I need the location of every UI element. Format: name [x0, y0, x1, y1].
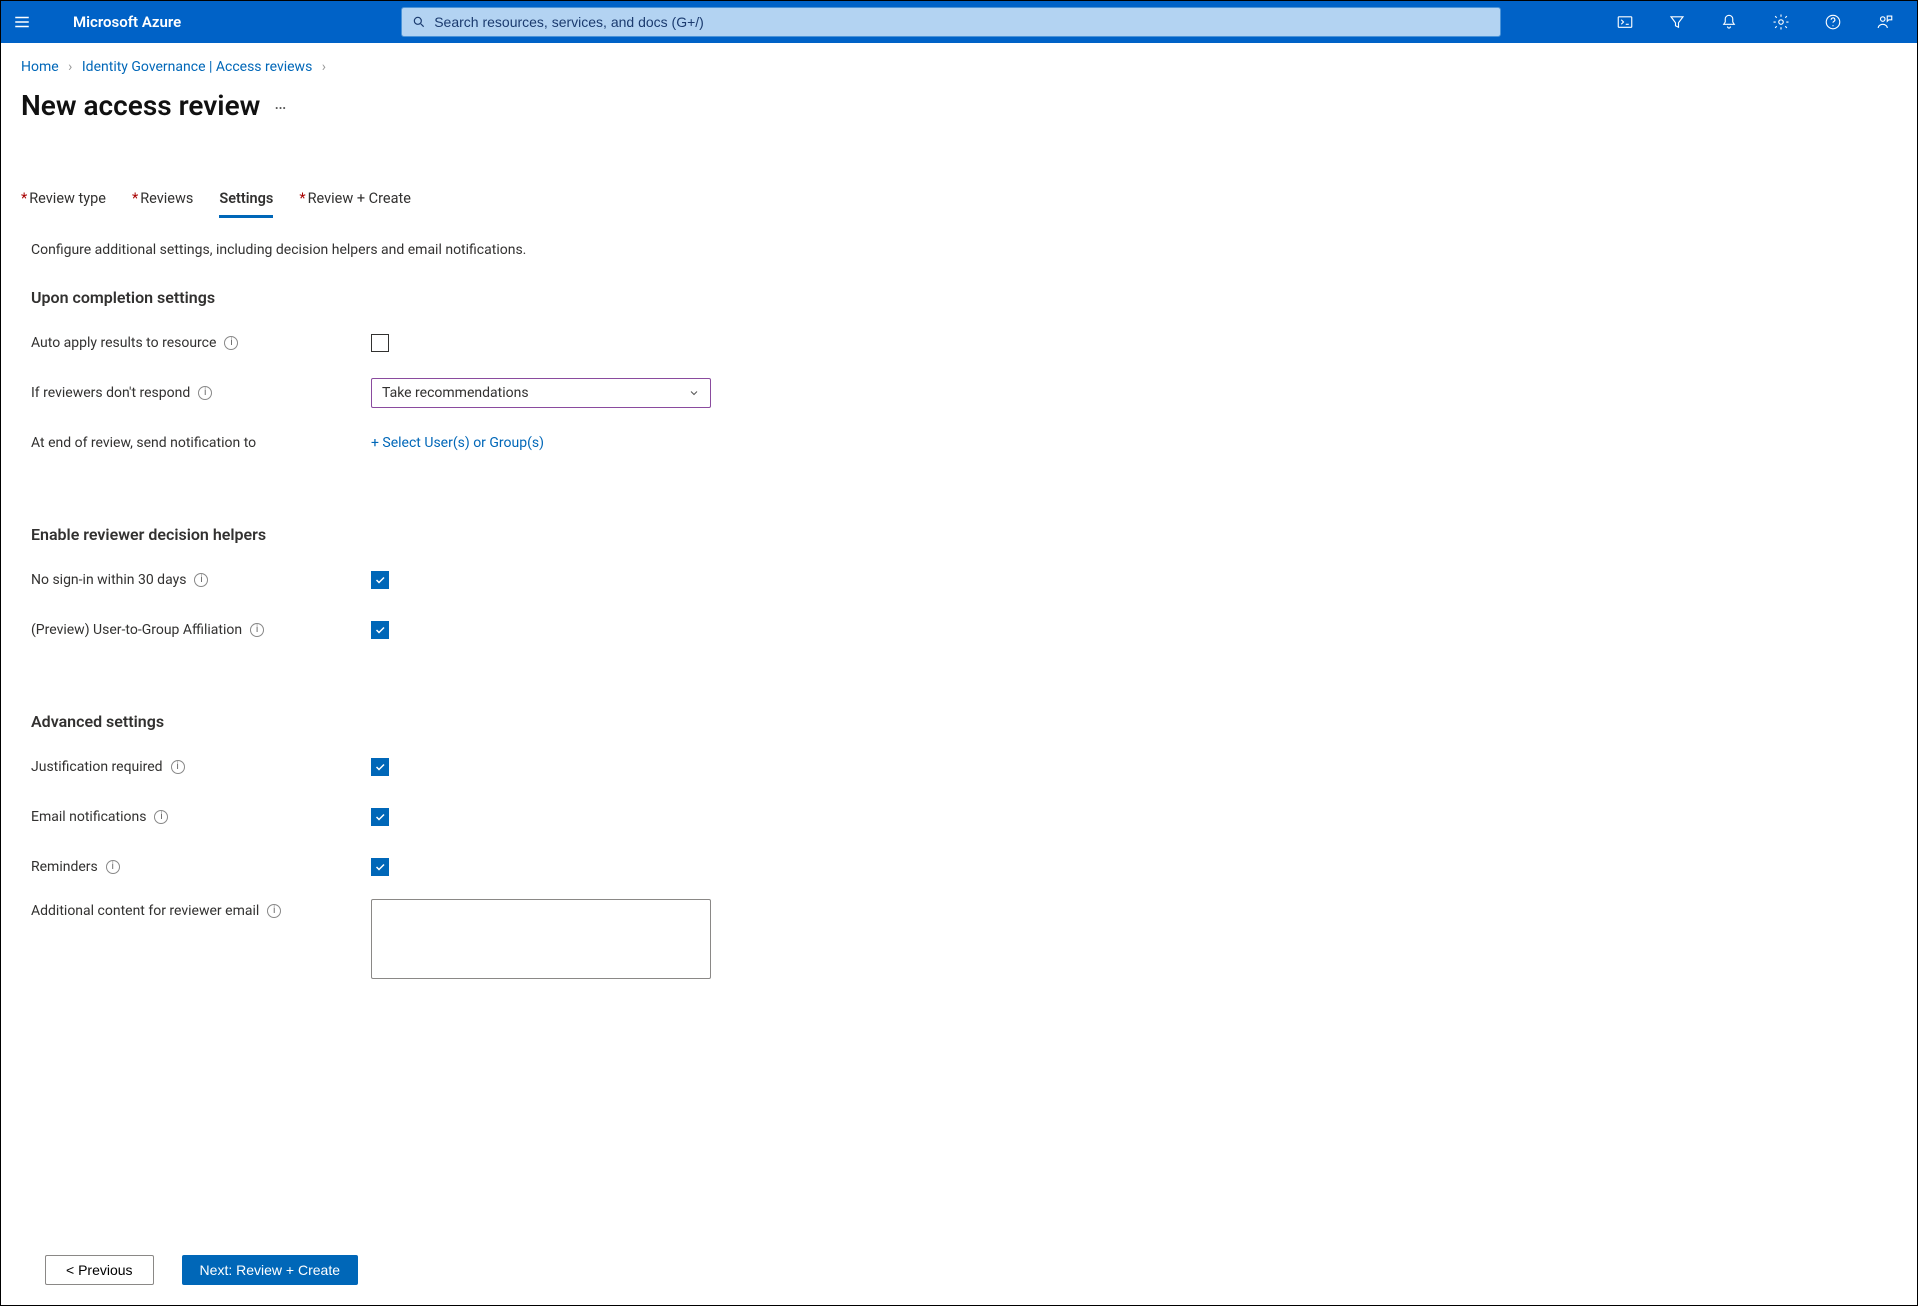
info-icon[interactable]: i — [154, 810, 168, 824]
next-button[interactable]: Next: Review + Create — [182, 1255, 358, 1285]
breadcrumb-sep: › — [62, 59, 78, 75]
email-notifications-label: Email notifications — [31, 809, 146, 825]
breadcrumb-sep: › — [316, 59, 332, 75]
help-button[interactable] — [1807, 1, 1859, 43]
topbar: Microsoft Azure — [1, 1, 1917, 43]
brand-label: Microsoft Azure — [43, 13, 201, 31]
breadcrumb-home[interactable]: Home — [21, 59, 59, 75]
select-users-link[interactable]: + Select User(s) or Group(s) — [371, 435, 544, 451]
email-notifications-checkbox[interactable] — [371, 808, 389, 826]
tab-label: Settings — [219, 190, 273, 207]
bell-icon — [1720, 13, 1738, 31]
more-actions-button[interactable]: … — [274, 93, 287, 118]
settings-button[interactable] — [1755, 1, 1807, 43]
tab-label: Review + Create — [308, 190, 411, 207]
auto-apply-label: Auto apply results to resource — [31, 335, 216, 351]
tabs: *Review type *Reviews Settings *Review +… — [1, 122, 1917, 218]
cloud-shell-button[interactable] — [1599, 1, 1651, 43]
gear-icon — [1772, 13, 1790, 31]
auto-apply-checkbox[interactable] — [371, 334, 389, 352]
directories-button[interactable] — [1651, 1, 1703, 43]
menu-button[interactable] — [1, 13, 43, 31]
additional-content-textarea[interactable] — [371, 899, 711, 979]
tab-reviews[interactable]: *Reviews — [132, 190, 193, 218]
section-completion: Upon completion settings Auto apply resu… — [1, 258, 1917, 461]
feedback-button[interactable] — [1859, 1, 1911, 43]
section-advanced: Advanced settings Justification required… — [1, 662, 1917, 979]
dropdown-value: Take recommendations — [382, 385, 529, 401]
info-icon[interactable]: i — [198, 386, 212, 400]
info-icon[interactable]: i — [106, 860, 120, 874]
section-heading: Enable reviewer decision helpers — [31, 525, 1897, 544]
cloud-shell-icon — [1616, 13, 1634, 31]
notifications-button[interactable] — [1703, 1, 1755, 43]
check-icon — [374, 761, 386, 773]
tab-review-type[interactable]: *Review type — [21, 190, 106, 218]
affiliation-checkbox[interactable] — [371, 621, 389, 639]
check-icon — [374, 861, 386, 873]
reviewers-dont-respond-dropdown[interactable]: Take recommendations — [371, 378, 711, 408]
check-icon — [374, 811, 386, 823]
reviewers-dont-respond-label: If reviewers don't respond — [31, 385, 190, 401]
info-icon[interactable]: i — [250, 623, 264, 637]
help-icon — [1824, 13, 1842, 31]
breadcrumb-identity-governance[interactable]: Identity Governance | Access reviews — [82, 59, 312, 75]
info-icon[interactable]: i — [267, 904, 281, 918]
tab-label: Review type — [29, 190, 106, 207]
check-icon — [374, 574, 386, 586]
reminders-checkbox[interactable] — [371, 858, 389, 876]
info-icon[interactable]: i — [171, 760, 185, 774]
chevron-down-icon — [688, 387, 700, 399]
previous-button[interactable]: < Previous — [45, 1255, 154, 1285]
no-signin-checkbox[interactable] — [371, 571, 389, 589]
breadcrumb: Home › Identity Governance | Access revi… — [1, 43, 1917, 79]
additional-content-label: Additional content for reviewer email — [31, 903, 259, 919]
filter-icon — [1668, 13, 1686, 31]
info-icon[interactable]: i — [224, 336, 238, 350]
search-input[interactable] — [434, 14, 1490, 30]
justification-label: Justification required — [31, 759, 163, 775]
hamburger-icon — [13, 13, 31, 31]
no-signin-label: No sign-in within 30 days — [31, 572, 186, 588]
section-heading: Advanced settings — [31, 712, 1897, 731]
check-icon — [374, 624, 386, 636]
tab-label: Reviews — [140, 190, 193, 207]
search-icon — [412, 15, 426, 29]
search-box[interactable] — [401, 7, 1501, 37]
section-helpers: Enable reviewer decision helpers No sign… — [1, 475, 1917, 648]
info-icon[interactable]: i — [194, 573, 208, 587]
tab-description: Configure additional settings, including… — [1, 218, 1917, 258]
tab-review-create[interactable]: *Review + Create — [299, 190, 411, 218]
tab-settings[interactable]: Settings — [219, 190, 273, 218]
reminders-label: Reminders — [31, 859, 98, 875]
affiliation-label: (Preview) User-to-Group Affiliation — [31, 622, 242, 638]
justification-checkbox[interactable] — [371, 758, 389, 776]
page-title: New access review — [21, 89, 260, 122]
section-heading: Upon completion settings — [31, 288, 1897, 307]
footer-buttons: < Previous Next: Review + Create — [45, 1255, 358, 1285]
top-icons — [1599, 1, 1917, 43]
person-feedback-icon — [1876, 13, 1894, 31]
end-notify-label: At end of review, send notification to — [31, 435, 256, 451]
